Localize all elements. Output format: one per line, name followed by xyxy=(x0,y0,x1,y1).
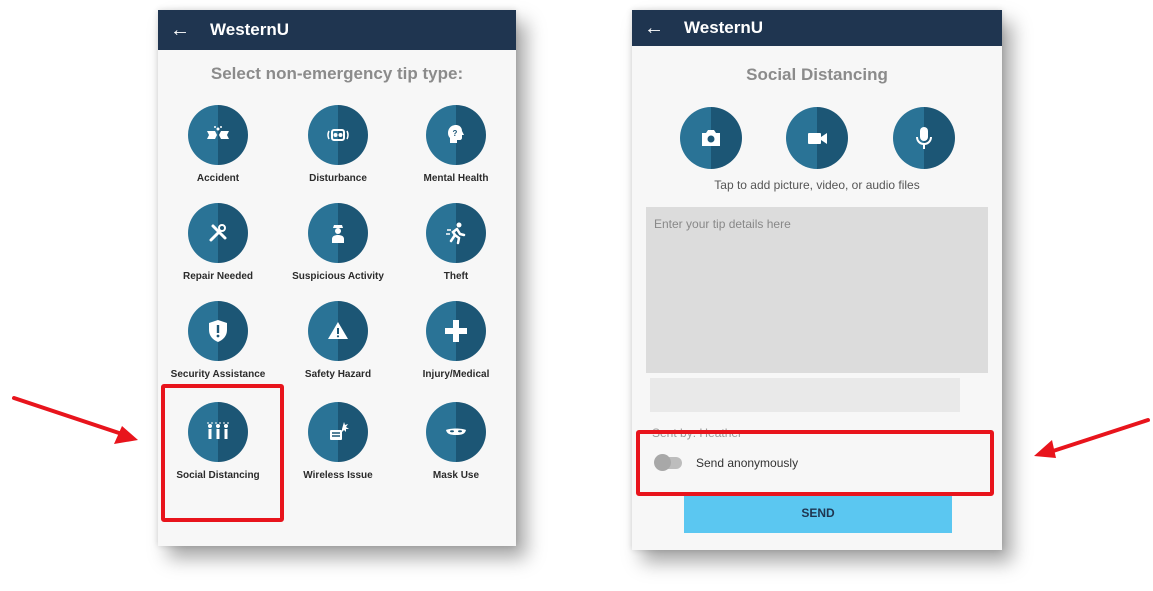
repair-icon xyxy=(188,203,248,263)
add-audio-button[interactable] xyxy=(893,107,955,169)
tip-type-suspicious-activity[interactable]: Suspicious Activity xyxy=(278,203,398,299)
sent-by-label: Sent by: Heather xyxy=(652,426,743,440)
secondary-input-field[interactable] xyxy=(650,378,960,412)
tip-details-screen: ← WesternU Social Distancing Tap to add … xyxy=(632,10,1002,550)
anonymous-toggle-switch[interactable] xyxy=(654,454,682,471)
warning-triangle-icon xyxy=(308,301,368,361)
app-title: WesternU xyxy=(210,20,290,39)
tip-type-mask-use[interactable]: Mask Use xyxy=(396,402,516,498)
shield-icon xyxy=(188,301,248,361)
red-arrow-left-icon xyxy=(12,396,138,444)
back-arrow-icon[interactable]: ← xyxy=(158,20,202,40)
accident-icon xyxy=(188,105,248,165)
send-anonymously-toggle-row[interactable]: Send anonymously xyxy=(654,454,799,471)
tip-details-input[interactable] xyxy=(646,207,988,373)
page-heading: Select non-emergency tip type: xyxy=(210,64,464,83)
tile-label: Theft xyxy=(443,271,469,282)
tile-label: Accident xyxy=(196,173,240,184)
toggle-knob xyxy=(654,454,671,471)
tile-label: Repair Needed xyxy=(182,271,254,282)
red-arrow-right-icon xyxy=(1034,418,1150,458)
tip-type-wireless-issue[interactable]: Wireless Issue xyxy=(278,402,398,498)
app-bar: ← WesternU xyxy=(632,10,1002,46)
svg-text:?: ? xyxy=(453,129,458,138)
tile-label: Disturbance xyxy=(309,173,367,184)
tile-label: Social Distancing xyxy=(176,470,260,481)
tile-label: Safety Hazard xyxy=(304,369,372,380)
tip-type-mental-health[interactable]: ? Mental Health xyxy=(396,105,516,201)
people-distancing-icon xyxy=(188,402,248,462)
video-camera-icon xyxy=(808,133,827,144)
tip-type-repair-needed[interactable]: Repair Needed xyxy=(158,203,278,299)
tile-label: Suspicious Activity xyxy=(292,271,384,282)
tip-type-accident[interactable]: Accident xyxy=(158,105,278,201)
tip-type-screen: ← WesternU Select non-emergency tip type… xyxy=(158,10,516,546)
tip-type-social-distancing[interactable]: Social Distancing xyxy=(158,402,278,498)
tile-label: Wireless Issue xyxy=(303,470,373,481)
tile-label: Security Assistance xyxy=(170,369,266,380)
mask-icon xyxy=(426,402,486,462)
medical-cross-icon xyxy=(426,301,486,361)
app-bar: ← WesternU xyxy=(158,10,516,50)
add-photo-button[interactable] xyxy=(680,107,742,169)
media-hint: Tap to add picture, video, or audio file… xyxy=(714,178,920,192)
add-video-button[interactable] xyxy=(786,107,848,169)
tile-label: Injury/Medical xyxy=(422,369,490,380)
running-thief-icon xyxy=(426,203,486,263)
tip-type-safety-hazard[interactable]: Safety Hazard xyxy=(278,301,398,397)
anonymous-label: Send anonymously xyxy=(696,456,799,470)
wireless-device-icon xyxy=(308,402,368,462)
tip-type-heading: Social Distancing xyxy=(746,65,888,84)
tip-type-security-assistance[interactable]: Security Assistance xyxy=(158,301,278,397)
microphone-icon xyxy=(916,127,932,149)
tile-label: Mask Use xyxy=(432,470,480,481)
tip-type-theft[interactable]: Theft xyxy=(396,203,516,299)
tile-label: Mental Health xyxy=(423,173,489,184)
disturbance-icon xyxy=(308,105,368,165)
send-button[interactable]: SEND xyxy=(684,493,952,533)
camera-icon xyxy=(702,130,720,146)
app-title: WesternU xyxy=(684,18,764,37)
mental-health-icon: ? xyxy=(426,105,486,165)
tip-type-injury-medical[interactable]: Injury/Medical xyxy=(396,301,516,397)
tip-type-disturbance[interactable]: Disturbance xyxy=(278,105,398,201)
suspicious-person-icon xyxy=(308,203,368,263)
back-arrow-icon[interactable]: ← xyxy=(632,18,676,38)
